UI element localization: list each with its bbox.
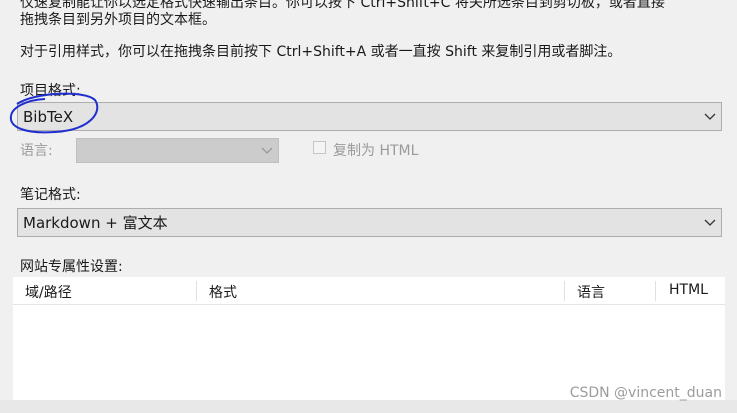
copy-html-checkbox[interactable] (313, 141, 326, 154)
bottom-bar (0, 400, 737, 413)
note-format-label: 笔记格式: (20, 187, 81, 203)
instruction-line-3: 对于引用样式，你可以在拖拽条目前按下 Ctrl+Shift+A 或者一直按 Sh… (20, 44, 622, 60)
chevron-down-icon (699, 219, 721, 227)
column-divider[interactable] (655, 281, 656, 301)
item-format-value: BibTeX (23, 107, 74, 126)
copy-html-label: 复制为 HTML (333, 143, 419, 159)
site-settings-label: 网站专属性设置: (20, 259, 123, 275)
column-header-domain[interactable]: 域/路径 (25, 282, 72, 302)
column-header-format[interactable]: 格式 (209, 282, 237, 302)
language-select[interactable] (76, 138, 279, 163)
site-settings-table[interactable]: 域/路径 格式 语言 HTML (13, 277, 725, 400)
watermark: CSDN @vincent_duan (569, 385, 722, 401)
chevron-down-icon (256, 147, 278, 155)
instruction-line-2: 拖拽条目到另外项目的文本框。 (20, 12, 216, 28)
table-header: 域/路径 格式 语言 HTML (13, 277, 725, 305)
item-format-select[interactable]: BibTeX (17, 102, 722, 131)
column-divider[interactable] (196, 281, 197, 301)
note-format-value: Markdown + 富文本 (23, 214, 168, 232)
column-header-language[interactable]: 语言 (577, 282, 605, 302)
column-header-html[interactable]: HTML (669, 282, 708, 298)
language-label: 语言: (20, 143, 53, 159)
chevron-down-icon (699, 113, 721, 121)
item-format-label: 项目格式: (20, 83, 81, 99)
note-format-select[interactable]: Markdown + 富文本 (17, 208, 722, 237)
column-divider[interactable] (564, 281, 565, 301)
